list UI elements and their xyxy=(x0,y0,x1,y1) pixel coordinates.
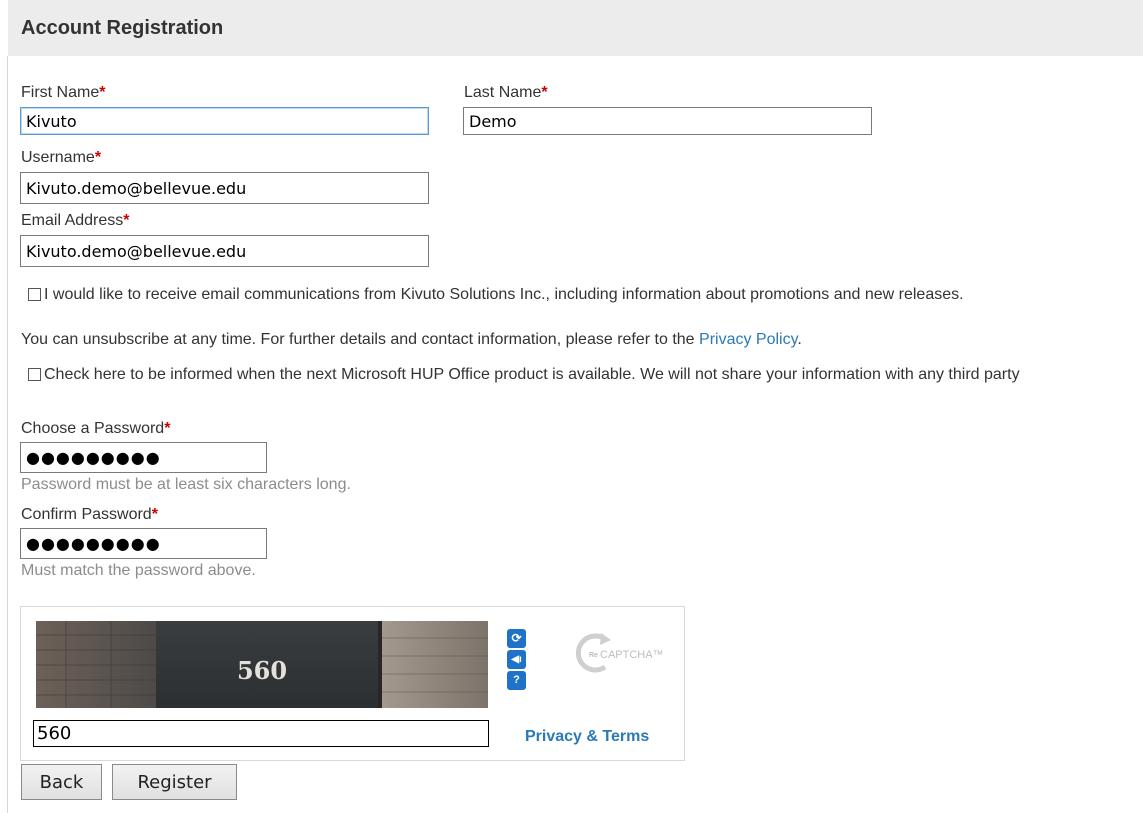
page-title: Account Registration xyxy=(21,17,224,39)
captcha-answer-input[interactable] xyxy=(33,720,489,747)
username-input[interactable] xyxy=(20,172,429,204)
unsubscribe-note: You can unsubscribe at any time. For fur… xyxy=(21,330,1136,349)
confirm-password-label: Confirm Password* xyxy=(21,506,158,524)
help-icon[interactable]: ? xyxy=(507,671,526,690)
email-consent-row: I would like to receive email communicat… xyxy=(28,285,1143,304)
content-border xyxy=(7,56,8,813)
back-button[interactable]: Back xyxy=(21,764,102,800)
hup-notify-checkbox[interactable] xyxy=(28,368,41,381)
recaptcha-widget: 560 ⟳ ◀ı ? Re CAPTCHA™ Privacy & Terms xyxy=(20,606,685,761)
recaptcha-logo-graphic: Re CAPTCHA™ xyxy=(575,633,664,673)
email-consent-text: I would like to receive email communicat… xyxy=(44,286,964,303)
username-label-text: Username xyxy=(21,149,95,166)
required-marker: * xyxy=(164,420,171,437)
hup-notify-row: Check here to be informed when the next … xyxy=(28,365,1143,384)
last-name-input[interactable] xyxy=(463,107,872,135)
confirm-password-input[interactable]: ●●●●●●●●● xyxy=(20,528,267,559)
required-marker: * xyxy=(99,84,106,101)
recaptcha-logo-prefix: Re xyxy=(589,652,598,659)
email-input[interactable] xyxy=(20,235,429,267)
required-marker: * xyxy=(94,149,102,166)
recaptcha-logo-text: CAPTCHA™ xyxy=(600,649,664,661)
email-consent-checkbox[interactable] xyxy=(28,288,41,301)
hup-notify-text: Check here to be informed when the next … xyxy=(44,366,1020,383)
username-label: Username* xyxy=(21,149,101,167)
last-name-label-text: Last Name xyxy=(464,84,542,101)
recaptcha-logo: Re CAPTCHA™ xyxy=(567,629,677,677)
register-button[interactable]: Register xyxy=(112,764,237,800)
required-marker: * xyxy=(541,84,548,101)
unsubscribe-text: You can unsubscribe at any time. For fur… xyxy=(21,331,700,348)
first-name-input[interactable] xyxy=(20,107,429,135)
password-label: Choose a Password* xyxy=(21,420,170,438)
privacy-policy-link[interactable]: Privacy Policy xyxy=(699,331,797,348)
password-label-text: Choose a Password xyxy=(21,420,165,437)
email-label: Email Address* xyxy=(21,212,130,230)
required-marker: * xyxy=(151,506,158,523)
password-input[interactable]: ●●●●●●●●● xyxy=(20,442,267,473)
first-name-label-text: First Name xyxy=(21,84,100,101)
refresh-icon[interactable]: ⟳ xyxy=(507,629,526,648)
unsubscribe-period: . xyxy=(797,331,802,348)
confirm-password-hint: Must match the password above. xyxy=(21,562,256,579)
confirm-password-label-text: Confirm Password xyxy=(21,506,152,523)
email-label-text: Email Address xyxy=(21,212,124,229)
captcha-photo: 560 xyxy=(36,621,488,708)
captcha-privacy-terms-link[interactable]: Privacy & Terms xyxy=(525,728,649,746)
last-name-label: Last Name* xyxy=(464,84,548,102)
page-header: Account Registration xyxy=(8,0,1143,56)
captcha-image-text: 560 xyxy=(237,656,287,685)
first-name-label: First Name* xyxy=(21,84,105,102)
required-marker: * xyxy=(123,212,130,229)
password-hint: Password must be at least six characters… xyxy=(21,476,351,493)
captcha-image: 560 xyxy=(36,621,488,708)
audio-icon[interactable]: ◀ı xyxy=(507,650,526,669)
